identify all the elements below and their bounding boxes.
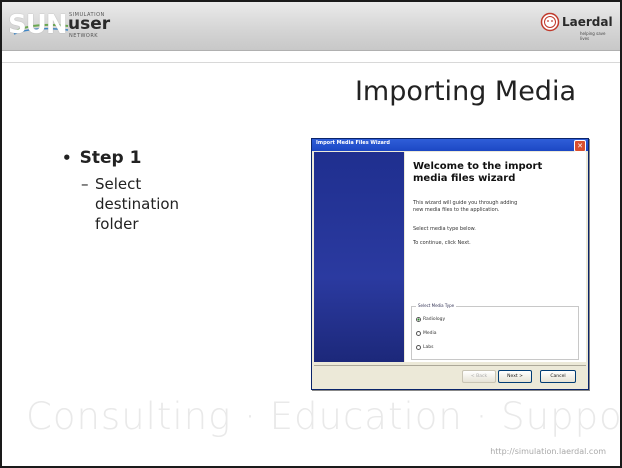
radio-label: Radiology xyxy=(423,317,446,322)
import-wizard-screenshot: Import Media Files Wizard ✕ Welcome to t… xyxy=(311,138,589,390)
laerdal-name: Laerdal xyxy=(562,15,613,29)
back-button[interactable]: < Back xyxy=(462,370,496,383)
wizard-heading: Welcome to the import media files wizard xyxy=(413,161,543,184)
wizard-title: Import Media Files Wizard xyxy=(316,140,390,146)
wizard-footer-divider xyxy=(314,365,586,366)
sun-logo-network: NETWORK xyxy=(69,33,99,39)
bullet-step-label: Step 1 xyxy=(79,148,142,168)
bullet-step: • Step 1 xyxy=(62,148,205,168)
laerdal-tagline: helping save lives xyxy=(580,31,606,41)
header-divider xyxy=(2,62,620,63)
radio-selected-icon xyxy=(416,317,421,322)
header-band: SUN SIMULATION user NETWORK Laerdal help… xyxy=(2,2,620,51)
wizard-body: Welcome to the import media files wizard… xyxy=(405,152,586,362)
laerdal-logo: Laerdal helping save lives xyxy=(540,10,613,41)
tagline-watermark: Consulting · Education · Support xyxy=(26,395,622,438)
radio-label: Media xyxy=(423,331,437,336)
wizard-intro-text: This wizard will guide you through addin… xyxy=(413,200,518,213)
sun-logo-letters: SUN xyxy=(8,10,68,40)
footer-url: http://simulation.laerdal.com xyxy=(490,447,606,456)
radio-labs[interactable]: Labs xyxy=(416,345,433,350)
close-icon[interactable]: ✕ xyxy=(574,140,586,152)
sun-user-network-logo: SUN SIMULATION user NETWORK xyxy=(8,10,138,40)
wizard-select-text: Select media type below. xyxy=(413,226,476,232)
sun-logo-user: user xyxy=(68,14,111,34)
wizard-side-banner xyxy=(314,152,404,362)
slide-title: Importing Media xyxy=(354,76,576,107)
radio-radiology[interactable]: Radiology xyxy=(416,317,445,322)
radio-media[interactable]: Media xyxy=(416,331,437,336)
bullet-list: • Step 1 – Select destination folder xyxy=(62,148,205,234)
media-type-group: Select Media Type Radiology Media Labs xyxy=(411,303,579,360)
radio-unselected-icon xyxy=(416,331,421,336)
dash-icon: – xyxy=(81,175,89,193)
laerdal-face-icon xyxy=(540,12,560,32)
slide: SUN SIMULATION user NETWORK Laerdal help… xyxy=(0,0,622,468)
sub-bullet-text: Select destination folder xyxy=(95,175,180,233)
radio-label: Labs xyxy=(423,345,434,350)
radio-unselected-icon xyxy=(416,345,421,350)
sub-bullet: – Select destination folder xyxy=(81,174,205,234)
wizard-titlebar: Import Media Files Wizard ✕ xyxy=(312,139,588,152)
next-button[interactable]: Next > xyxy=(498,370,532,383)
bullet-dot-icon: • xyxy=(62,149,72,167)
media-type-group-label: Select Media Type xyxy=(416,303,457,308)
cancel-button[interactable]: Cancel xyxy=(540,370,576,383)
wizard-continue-text: To continue, click Next. xyxy=(413,240,471,246)
